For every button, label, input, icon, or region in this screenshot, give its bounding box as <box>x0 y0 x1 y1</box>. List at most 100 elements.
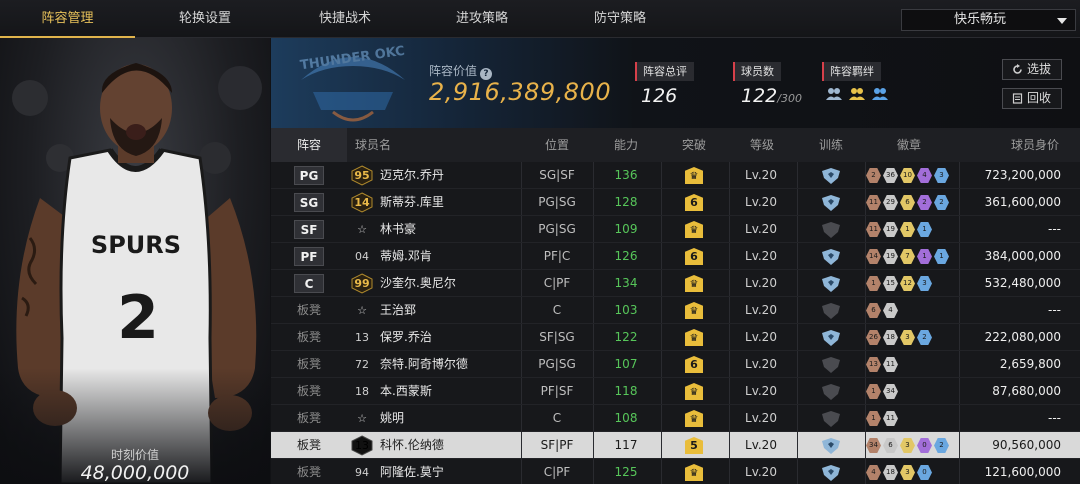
breakthrough-cell[interactable]: 5 <box>675 432 711 459</box>
tab-lineup[interactable]: 阵容管理 <box>0 0 135 38</box>
player-position: C <box>552 411 562 425</box>
training-cell[interactable] <box>809 270 855 297</box>
training-cell[interactable] <box>809 297 855 324</box>
training-cell[interactable] <box>809 324 855 351</box>
training-icon[interactable] <box>820 357 842 373</box>
training-icon[interactable] <box>820 249 842 265</box>
training-cell[interactable] <box>809 405 855 432</box>
player-name[interactable]: 斯蒂芬.库里 <box>380 189 520 216</box>
breakthrough-cell[interactable]: 6 <box>675 189 711 216</box>
breakthrough-cell[interactable] <box>675 216 711 243</box>
breakthrough-cell[interactable] <box>675 324 711 351</box>
player-name[interactable]: 保罗.乔治 <box>380 324 520 351</box>
training-cell[interactable] <box>809 351 855 378</box>
table-row[interactable]: PG 95 迈克尔.乔丹 SG|SF 136 Lv.20 2361043 723,200,00… <box>271 162 1080 189</box>
breakthrough-cell[interactable]: 6 <box>675 243 711 270</box>
tab-offense[interactable]: 进攻策略 <box>417 0 547 38</box>
column-header-slot[interactable]: 阵容 <box>271 128 347 162</box>
scout-button[interactable]: 选拔 <box>1002 59 1062 80</box>
badges-cell[interactable]: 1 15 12 3 <box>866 270 966 297</box>
table-row[interactable]: 板凳 72 奈特.阿奇博尔德 PG|SG 107 6 Lv.20 13 11 2,659,800 <box>271 351 1080 378</box>
breakthrough-cell[interactable] <box>675 378 711 405</box>
recycle-button[interactable]: 回收 <box>1002 88 1062 109</box>
training-icon[interactable] <box>820 411 842 427</box>
player-name[interactable]: 沙奎尔.奥尼尔 <box>380 270 520 297</box>
tab-defense[interactable]: 防守策略 <box>555 0 685 38</box>
badges-cell[interactable]: 34 6 3 0 2 <box>866 432 966 459</box>
breakthrough-cell[interactable] <box>675 297 711 324</box>
bond-people-icon[interactable] <box>871 85 889 103</box>
player-name[interactable]: 阿隆佐.莫宁 <box>380 459 520 484</box>
table-row[interactable]: 板凳 ☆ 姚明 C 108 Lv.20 111 --- <box>271 405 1080 432</box>
table-row[interactable]: SF☆林书豪PG|SG109Lv.20111911--- <box>271 216 1080 243</box>
table-row[interactable]: 板凳 13 科怀.伦纳德 SF|PF 117 5 Lv.20 34 6 3 0 2 90,560,000 <box>271 432 1080 459</box>
badge-hexagon: 0 <box>917 465 932 480</box>
badges-cell[interactable]: 14 19 7 1 1 <box>866 243 966 270</box>
column-header-price[interactable]: 球员身价 <box>1011 128 1059 162</box>
bond-people-icon[interactable] <box>848 85 866 103</box>
table-row[interactable]: 板凳 13 保罗.乔治 SF|SG 122 Lv.20 261832 222,080,000 <box>271 324 1080 351</box>
column-header-name[interactable]: 球员名 <box>355 128 391 162</box>
training-cell[interactable] <box>809 459 855 484</box>
row-slot: C <box>271 270 347 297</box>
training-icon[interactable] <box>820 276 842 292</box>
jersey-number: 18 <box>351 378 373 405</box>
tab-rotation[interactable]: 轮换设置 <box>140 0 270 38</box>
column-header-badges[interactable]: 徽章 <box>897 128 921 162</box>
training-icon[interactable] <box>820 465 842 481</box>
table-row[interactable]: 板凳 94 阿隆佐.莫宁 C|PF 125 Lv.20 41830 121,600,000 <box>271 459 1080 484</box>
training-icon[interactable] <box>820 438 842 454</box>
badges-cell[interactable]: 11 29 6 2 2 <box>866 189 966 216</box>
player-name[interactable]: 王治郅 <box>380 297 520 324</box>
badges-cell[interactable]: 1 34 <box>866 378 966 405</box>
player-name[interactable]: 蒂姆.邓肯 <box>380 243 520 270</box>
breakthrough-cell[interactable]: 6 <box>675 351 711 378</box>
mode-dropdown[interactable]: 快乐畅玩 <box>901 9 1076 31</box>
column-header-level[interactable]: 等级 <box>750 128 774 162</box>
player-name[interactable]: 迈克尔.乔丹 <box>380 162 520 189</box>
badges-cell[interactable]: 13 11 <box>866 351 966 378</box>
column-header-breakthrough[interactable]: 突破 <box>682 128 706 162</box>
training-icon[interactable] <box>820 222 842 238</box>
badge-hexagon: 2 <box>934 438 949 453</box>
player-portrait-panel[interactable]: SPURS 2 时刻价值 48,000,000 <box>0 38 270 484</box>
player-name[interactable]: 林书豪 <box>380 216 520 243</box>
training-icon[interactable] <box>820 384 842 400</box>
badges-cell[interactable]: 64 <box>866 297 966 324</box>
training-cell[interactable] <box>809 243 855 270</box>
table-row[interactable]: C 99 沙奎尔.奥尼尔 C|PF 134 Lv.20 115123 532,480,000 <box>271 270 1080 297</box>
training-cell[interactable] <box>809 162 855 189</box>
player-level: Lv.20 <box>745 438 777 452</box>
training-icon[interactable] <box>820 168 842 184</box>
training-cell[interactable] <box>809 432 855 459</box>
breakthrough-cell[interactable] <box>675 270 711 297</box>
training-cell[interactable] <box>809 378 855 405</box>
training-icon[interactable] <box>820 195 842 211</box>
badges-cell[interactable]: 26 18 3 2 <box>866 324 966 351</box>
training-icon[interactable] <box>820 303 842 319</box>
player-name[interactable]: 本.西蒙斯 <box>380 378 520 405</box>
table-row[interactable]: 板凳 ☆ 王治郅 C 103 Lv.20 64 --- <box>271 297 1080 324</box>
column-header-ability[interactable]: 能力 <box>614 128 638 162</box>
table-row[interactable]: SG 14 斯蒂芬.库里 PG|SG 128 6 Lv.20 11 29 6 2 2 361,600,0… <box>271 189 1080 216</box>
badge-hexagon: 11 <box>883 411 898 426</box>
training-icon[interactable] <box>820 330 842 346</box>
badges-cell[interactable]: 4 18 3 0 <box>866 459 966 484</box>
breakthrough-cell[interactable] <box>675 459 711 484</box>
player-name[interactable]: 姚明 <box>380 405 520 432</box>
tab-quick-tactics[interactable]: 快捷战术 <box>280 0 410 38</box>
badges-cell[interactable]: 1 11 <box>866 405 966 432</box>
breakthrough-cell[interactable] <box>675 405 711 432</box>
table-row[interactable]: 板凳 18 本.西蒙斯 PF|SF 118 Lv.20 134 87,680,000 <box>271 378 1080 405</box>
table-row[interactable]: PF 04 蒂姆.邓肯 PF|C 126 6 Lv.20 14 19 7 1 1 384,000,000 <box>271 243 1080 270</box>
column-header-training[interactable]: 训练 <box>819 128 843 162</box>
badges-cell[interactable]: 2 36 10 4 3 <box>866 162 966 189</box>
breakthrough-cell[interactable] <box>675 162 711 189</box>
training-cell[interactable] <box>809 216 855 243</box>
badges-cell[interactable]: 11 19 1 1 <box>866 216 966 243</box>
column-header-position[interactable]: 位置 <box>545 128 569 162</box>
bond-people-icon[interactable] <box>825 85 843 103</box>
training-cell[interactable] <box>809 189 855 216</box>
player-name[interactable]: 奈特.阿奇博尔德 <box>380 351 520 378</box>
player-name[interactable]: 科怀.伦纳德 <box>380 432 520 459</box>
